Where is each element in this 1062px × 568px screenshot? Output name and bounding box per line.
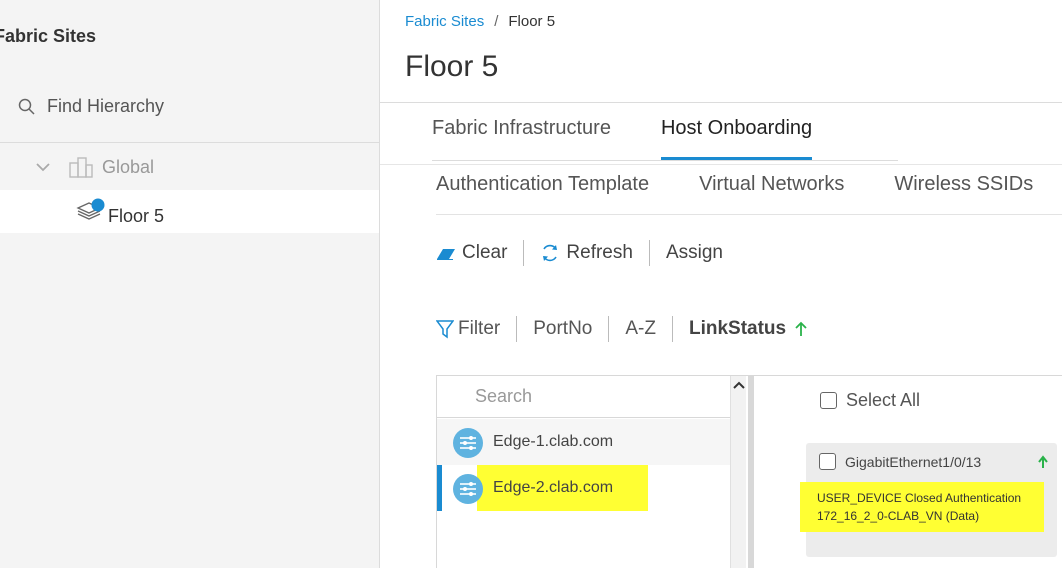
clear-label: Clear [462,242,508,263]
port-checkbox[interactable] [819,453,836,470]
separator [648,240,650,266]
refresh-icon [543,244,558,262]
sort-linkstatus[interactable]: LinkStatus [689,318,814,340]
tab-host-onboarding[interactable]: Host Onboarding [660,117,813,161]
device-label: Edge-1.clab.com [493,433,614,450]
breadcrumb-fabric-sites[interactable]: Fabric Sites [405,13,484,30]
chevron-down-icon[interactable] [36,162,50,172]
selected-indicator [437,465,442,511]
tree-item-floor-5[interactable]: Floor 5 [0,190,379,233]
select-all[interactable]: Select All [820,390,920,411]
floor-layers-icon [76,198,105,220]
search-placeholder: Search [475,386,533,406]
separator [516,316,518,342]
clear-button[interactable]: Clear [436,242,507,264]
buildings-icon [69,157,93,178]
sub-tabs: Authentication Template Virtual Networks… [436,173,1062,196]
port-assignment-info: USER_DEVICE Closed Authentication 172_16… [817,489,1021,525]
refresh-label: Refresh [566,242,633,263]
port-interface: GigabitEthernet1/0/13 [845,453,982,470]
breadcrumb-current: Floor 5 [508,13,556,30]
select-all-checkbox[interactable] [820,392,837,409]
chevron-up-icon[interactable] [733,380,745,390]
search-icon [18,98,35,115]
separator [608,316,610,342]
divider [436,214,1062,215]
sidebar-title: Fabric Sites [0,26,97,46]
separator [523,240,525,266]
scrollbar[interactable] [730,376,746,568]
separator [671,316,673,342]
sort-portno[interactable]: PortNo [533,318,592,340]
assign-label: Assign [665,242,723,263]
switch-icon [453,474,483,504]
eraser-icon [437,249,455,260]
page-title: Floor 5 [405,50,499,83]
port-vn-line: 172_16_2_0-CLAB_VN (Data) [817,509,980,523]
assign-button[interactable]: Assign [666,242,723,264]
subtab-virtual-networks[interactable]: Virtual Networks [699,173,844,196]
device-search-input[interactable]: Search [437,376,730,418]
subtab-authentication-template[interactable]: Authentication Template [436,173,649,196]
tab-fabric-infrastructure[interactable]: Fabric Infrastructure [432,117,611,161]
filter-toolbar: Filter PortNo A-Z LinkStatus [436,316,814,342]
refresh-button[interactable]: Refresh [540,242,633,264]
port-auth-line: USER_DEVICE Closed Authentication [817,491,1022,505]
divider [380,102,1062,103]
tree-item-global[interactable]: Global [36,155,154,179]
main-tabs: Fabric Infrastructure Host Onboarding [432,117,862,161]
switch-icon [453,428,483,458]
linkstatus-label: LinkStatus [688,318,787,339]
port-card-header: GigabitEthernet1/0/13 [819,453,981,470]
device-row-edge-2[interactable]: Edge-2.clab.com [437,465,730,511]
tree-item-floor-label: Floor 5 [108,206,165,226]
find-hierarchy-label: Find Hierarchy [47,96,165,116]
action-toolbar: Clear Refresh Assign [436,240,723,266]
find-hierarchy[interactable]: Find Hierarchy [18,96,164,117]
device-row-edge-1[interactable]: Edge-1.clab.com [437,419,730,465]
breadcrumb: Fabric Sites / Floor 5 [405,13,555,30]
app-root: Fabric Sites Find Hierarchy Global Floor… [0,0,1062,568]
breadcrumb-separator: / [494,13,499,30]
divider [432,160,898,161]
link-up-icon [1038,455,1048,468]
panel-divider [748,376,753,568]
subtab-wireless-ssids[interactable]: Wireless SSIDs [894,173,1033,196]
tree-item-global-label: Global [102,156,155,177]
select-all-label: Select All [846,390,921,410]
filter-button[interactable]: Filter [436,318,500,340]
filter-icon [436,320,454,339]
divider [0,142,379,143]
site-hierarchy-panel: Fabric Sites Find Hierarchy Global Floor… [0,0,380,568]
divider [380,164,1062,165]
device-label: Edge-2.clab.com [493,479,614,496]
sort-az[interactable]: A-Z [625,318,656,340]
filter-label: Filter [458,318,501,339]
arrow-up-icon [795,321,807,336]
device-list: Search Edge-1.clab.com Edge-2.clab.com [436,375,754,568]
